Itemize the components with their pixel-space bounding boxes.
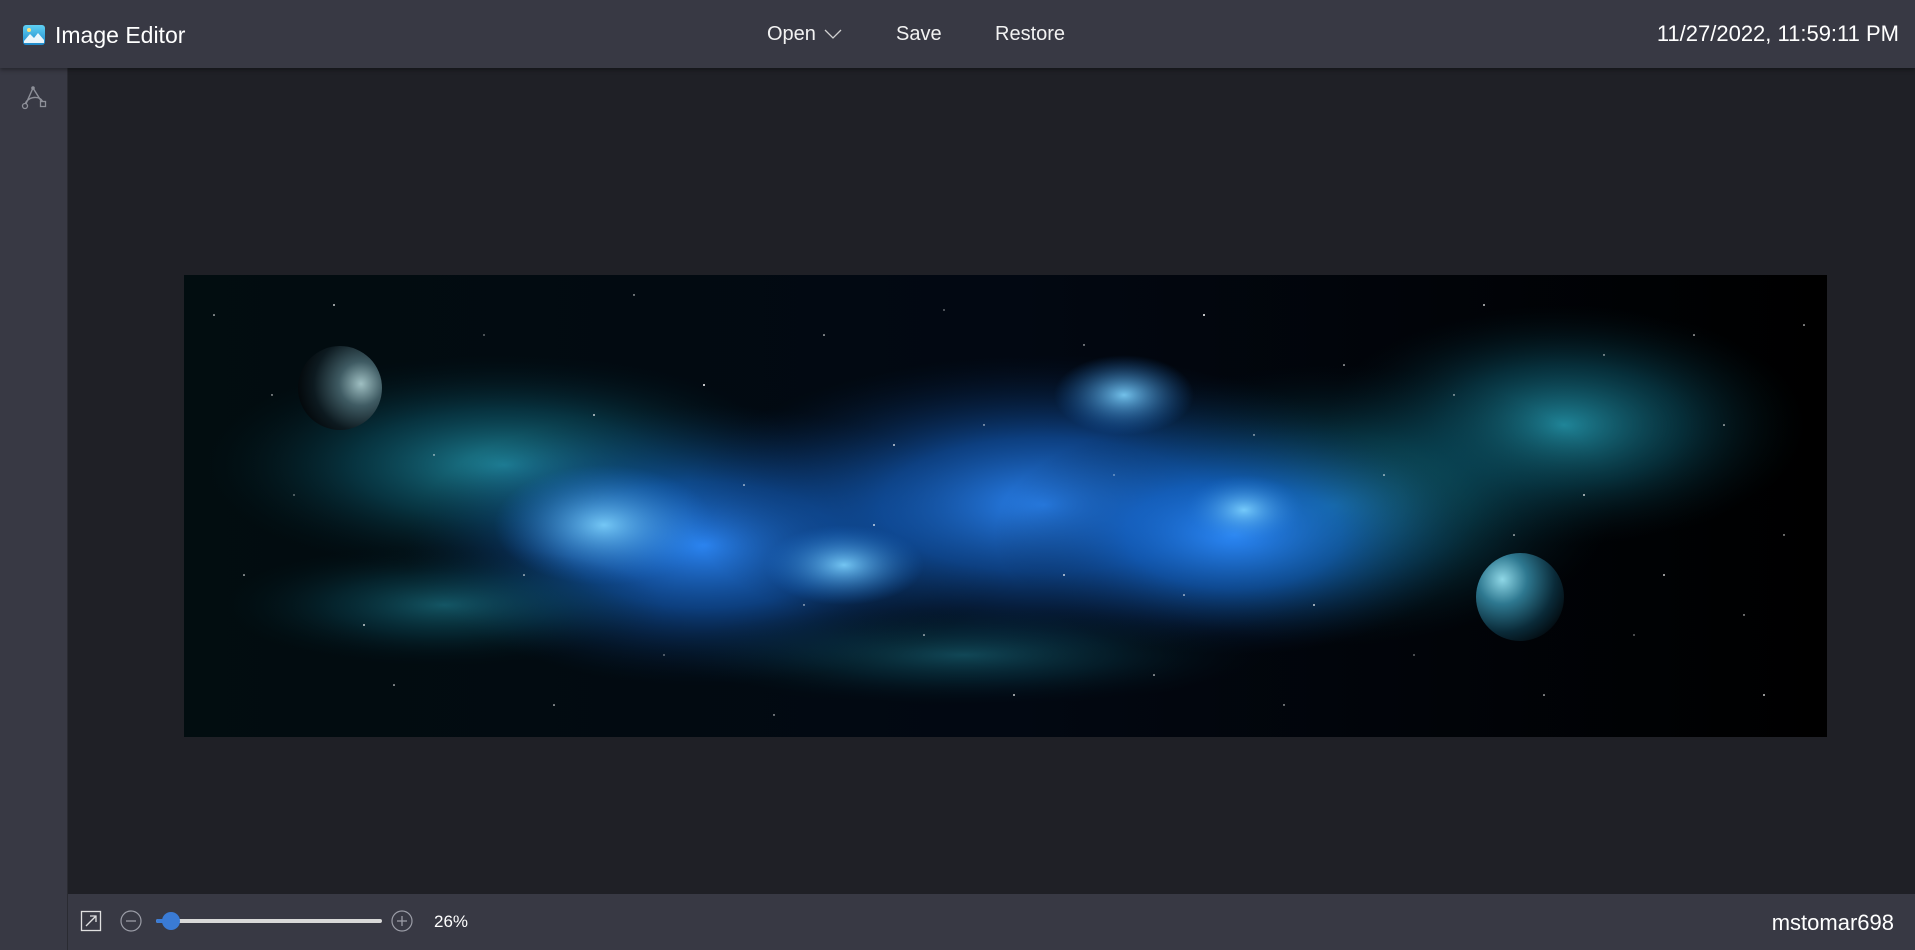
fit-to-screen-icon: [80, 910, 102, 932]
canvas-area: [68, 68, 1915, 894]
chevron-down-icon: [824, 29, 842, 39]
zoom-in-icon: [391, 910, 413, 932]
brand: Image Editor: [22, 22, 185, 48]
zoom-out-icon: [120, 910, 142, 932]
open-menu-label: Open: [767, 22, 816, 45]
bottom-bar: 26% mstomar698: [68, 894, 1915, 950]
nebula-image: [184, 275, 1827, 737]
image-editor-icon: [23, 25, 45, 45]
planet-right: [1476, 553, 1564, 641]
zoom-slider-thumb[interactable]: [162, 912, 181, 930]
image-editor-app: Image Editor Open Save Restore 11/27/202…: [0, 0, 1915, 950]
zoom-out-button[interactable]: [120, 910, 142, 932]
shape-tool-icon: [21, 86, 47, 110]
restore-button[interactable]: Restore: [995, 18, 1065, 50]
username: mstomar698: [1771, 910, 1894, 935]
save-button-label: Save: [896, 22, 942, 45]
zoom-slider[interactable]: [156, 910, 382, 932]
zoom-percentage: 26%: [434, 912, 469, 931]
datetime-display: 11/27/2022, 11:59:11 PM: [1656, 21, 1899, 46]
tool-sidebar: [0, 68, 68, 950]
save-button[interactable]: Save: [896, 18, 942, 50]
top-bar: Image Editor Open Save Restore 11/27/202…: [0, 0, 1915, 68]
shape-tool-button[interactable]: [19, 82, 49, 114]
app-title: Image Editor: [55, 22, 186, 48]
restore-button-label: Restore: [995, 22, 1066, 45]
editing-image[interactable]: [184, 275, 1827, 737]
planet-left: [298, 346, 382, 430]
zoom-slider-track: [156, 919, 382, 923]
open-menu[interactable]: Open: [767, 18, 842, 50]
zoom-in-button[interactable]: [391, 910, 413, 932]
fit-to-screen-button[interactable]: [80, 910, 102, 932]
